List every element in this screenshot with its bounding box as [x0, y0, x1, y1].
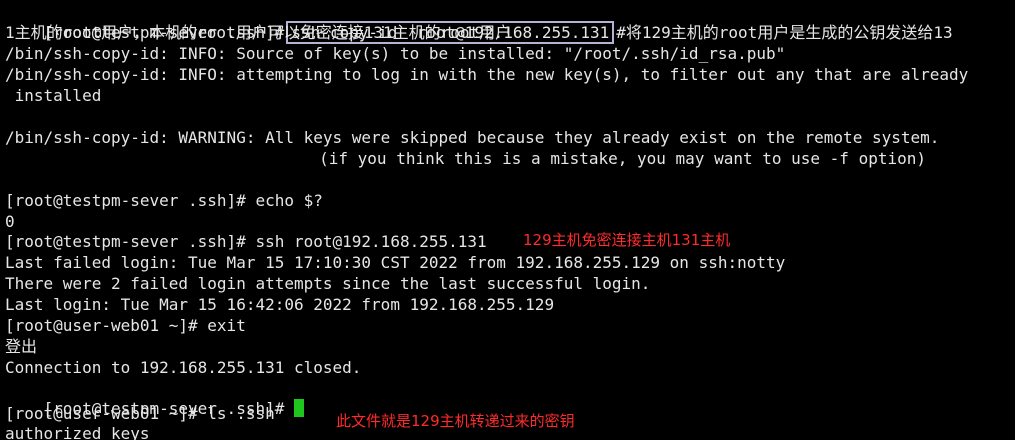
- terminal-window[interactable]: [root@testpm-sever .ssh]# ssh-copy-id roo…: [0, 0, 1015, 440]
- terminal-line-13: Last login: Tue Mar 15 16:42:06 2022 fro…: [5, 295, 555, 314]
- terminal-line-18: [root@user-web01 ~]# ls .ssh: [5, 404, 275, 423]
- terminal-line-7: (if you think this is a mistake, you may…: [165, 148, 926, 169]
- terminal-line-14: [root@user-web01 ~]# exit: [5, 316, 246, 335]
- terminal-line-3: /bin/ssh-copy-id: INFO: Source of key(s)…: [5, 44, 786, 63]
- annotation-keys-note: 此文件就是129主机转递过来的密钥: [336, 412, 575, 430]
- terminal-line-15: 登出: [5, 337, 38, 356]
- terminal-line-16: Connection to 192.168.255.131 closed.: [5, 358, 362, 377]
- terminal-line-10: [root@testpm-sever .ssh]# ssh root@192.1…: [5, 232, 487, 251]
- terminal-line-1: [root@testpm-sever .ssh]# ssh-copy-id roo…: [5, 1, 953, 44]
- inline-comment: #将129主机的root用户是生成的公钥发送给13: [616, 23, 953, 42]
- terminal-line-12: There were 2 failed login attempts since…: [5, 274, 651, 293]
- annotation-ssh-note: 129主机免密连接主机131主机: [523, 231, 731, 249]
- terminal-line-5: installed: [5, 86, 102, 105]
- terminal-line-8: [root@testpm-sever .ssh]# echo $?: [5, 191, 323, 210]
- terminal-line-2: 1主机的root用户，本机的root用户可以免密连接131主机的root用户: [5, 23, 512, 42]
- hint-text: (if you think this is a mistake, you may…: [165, 149, 926, 168]
- terminal-line-11: Last failed login: Tue Mar 15 17:10:30 C…: [5, 253, 786, 272]
- terminal-line-9: 0: [5, 212, 15, 231]
- terminal-line-6: /bin/ssh-copy-id: WARNING: All keys were…: [5, 128, 940, 147]
- cursor-block: [294, 399, 304, 417]
- terminal-line-19: authorized_keys: [5, 424, 150, 440]
- terminal-line-4: /bin/ssh-copy-id: INFO: attempting to lo…: [5, 65, 969, 84]
- terminal-line-17[interactable]: [root@testpm-sever .ssh]#: [5, 377, 304, 418]
